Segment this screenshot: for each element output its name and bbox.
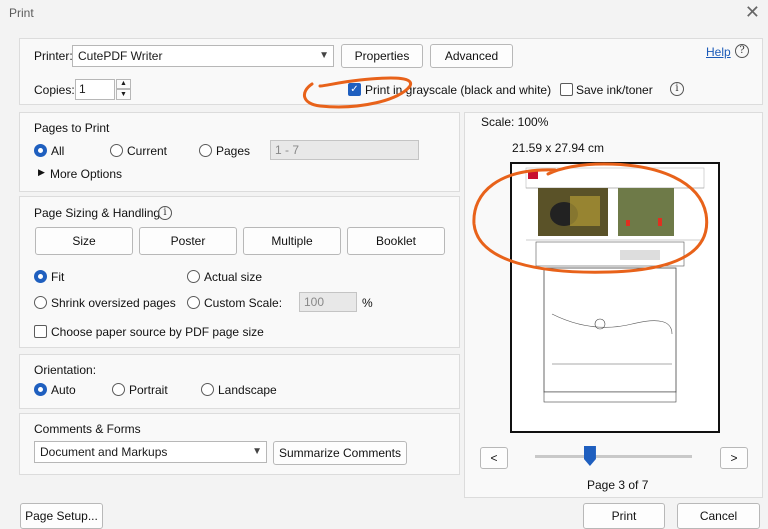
- sizing-info-icon[interactable]: i: [158, 206, 172, 220]
- size-button[interactable]: Size: [35, 227, 133, 255]
- paper-source-label: Choose paper source by PDF page size: [51, 325, 264, 339]
- copies-label: Copies:: [34, 83, 75, 97]
- printer-label: Printer:: [34, 49, 73, 63]
- custom-scale-label: Custom Scale:: [204, 296, 283, 310]
- booklet-button[interactable]: Booklet: [347, 227, 445, 255]
- printer-value: CutePDF Writer: [78, 49, 163, 63]
- copies-input[interactable]: 1: [75, 79, 115, 100]
- auto-radio[interactable]: [34, 383, 47, 396]
- printer-select[interactable]: CutePDF Writer ▼: [72, 45, 334, 67]
- page-setup-button[interactable]: Page Setup...: [20, 503, 103, 529]
- pages-range-input[interactable]: 1 - 7: [270, 140, 419, 160]
- poster-button[interactable]: Poster: [139, 227, 237, 255]
- info-icon[interactable]: i: [670, 82, 684, 96]
- next-page-button[interactable]: >: [720, 447, 748, 469]
- shrink-radio[interactable]: [34, 296, 47, 309]
- summarize-comments-button[interactable]: Summarize Comments: [273, 441, 407, 465]
- grayscale-checkbox[interactable]: ✓: [348, 83, 361, 96]
- comments-heading: Comments & Forms: [34, 422, 141, 436]
- prev-page-button[interactable]: <: [480, 447, 508, 469]
- landscape-label: Landscape: [218, 383, 277, 397]
- page-indicator: Page 3 of 7: [587, 478, 649, 492]
- auto-label: Auto: [51, 383, 76, 397]
- percent-label: %: [362, 296, 373, 310]
- actual-size-label: Actual size: [204, 270, 263, 284]
- sizing-heading: Page Sizing & Handling: [34, 206, 161, 220]
- actual-size-radio[interactable]: [187, 270, 200, 283]
- portrait-label: Portrait: [129, 383, 168, 397]
- multiple-button[interactable]: Multiple: [243, 227, 341, 255]
- copies-down-icon[interactable]: ▼: [116, 89, 131, 100]
- save-ink-label: Save ink/toner: [576, 83, 653, 97]
- pages-radio[interactable]: [199, 144, 212, 157]
- cancel-button[interactable]: Cancel: [677, 503, 760, 529]
- page-thumbnail-icon: [525, 167, 705, 403]
- print-button[interactable]: Print: [583, 503, 665, 529]
- paper-source-checkbox[interactable]: [34, 325, 47, 338]
- orientation-heading: Orientation:: [34, 363, 97, 377]
- comments-value: Document and Markups: [40, 445, 168, 459]
- expand-triangle-icon[interactable]: ▶: [38, 167, 45, 178]
- more-options-label[interactable]: More Options: [50, 167, 122, 181]
- shrink-label: Shrink oversized pages: [51, 296, 176, 310]
- save-ink-checkbox[interactable]: [560, 83, 573, 96]
- custom-scale-input[interactable]: 100: [299, 292, 357, 312]
- window-title: Print: [9, 6, 34, 20]
- properties-button[interactable]: Properties: [341, 44, 423, 68]
- pages-to-print-heading: Pages to Print: [34, 121, 110, 135]
- chevron-down-icon: ▼: [252, 446, 262, 457]
- page-slider-track[interactable]: [535, 455, 692, 458]
- comments-select[interactable]: Document and Markups ▼: [34, 441, 267, 463]
- scale-label: Scale: 100%: [481, 115, 549, 129]
- help-link[interactable]: Help: [706, 45, 731, 59]
- all-radio[interactable]: [34, 144, 47, 157]
- current-radio[interactable]: [110, 144, 123, 157]
- portrait-radio[interactable]: [112, 383, 125, 396]
- dimensions-label: 21.59 x 27.94 cm: [512, 141, 605, 155]
- chevron-down-icon: ▼: [319, 50, 329, 61]
- custom-scale-radio[interactable]: [187, 296, 200, 309]
- current-label: Current: [127, 144, 168, 158]
- all-label: All: [51, 144, 65, 158]
- close-icon[interactable]: ✕: [745, 3, 760, 21]
- landscape-radio[interactable]: [201, 383, 214, 396]
- grayscale-label: Print in grayscale (black and white): [365, 83, 552, 97]
- page-preview: [510, 162, 720, 433]
- advanced-button[interactable]: Advanced: [430, 44, 513, 68]
- help-icon[interactable]: ?: [735, 44, 749, 58]
- copies-up-icon[interactable]: ▲: [116, 79, 131, 89]
- fit-label: Fit: [51, 270, 65, 284]
- pages-label: Pages: [216, 144, 251, 158]
- fit-radio[interactable]: [34, 270, 47, 283]
